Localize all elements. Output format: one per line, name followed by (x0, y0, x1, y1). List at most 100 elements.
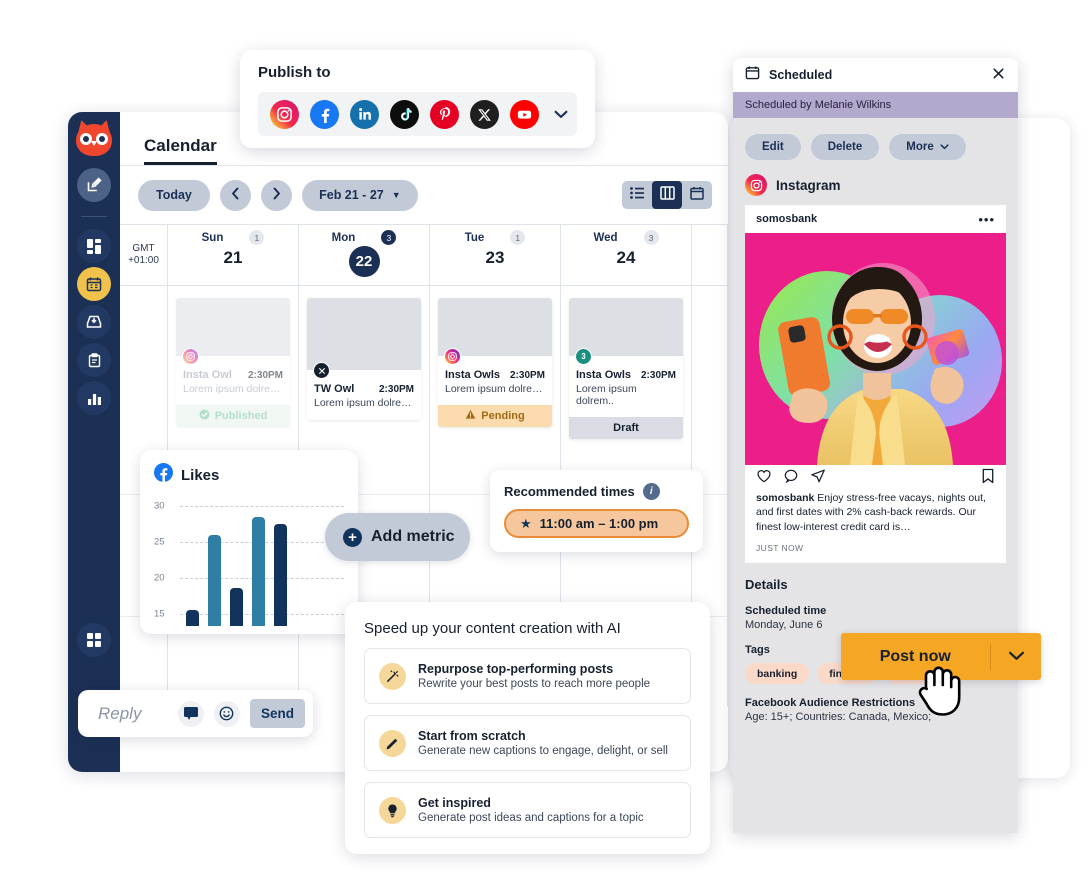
sidebar-item-apps[interactable] (77, 623, 111, 657)
message-icon[interactable] (177, 700, 204, 727)
network-row: Instagram (733, 160, 1018, 196)
facebook-icon (154, 463, 173, 487)
status-label: Draft (613, 422, 639, 434)
event-description: Lorem ipsum dolre… (314, 397, 412, 409)
day-number: 24 (616, 248, 636, 267)
hootsuite-owl-logo[interactable] (74, 118, 114, 156)
scheduled-time-value: Monday, June 6 (745, 619, 823, 632)
send-button[interactable]: Send (249, 699, 305, 728)
ai-option-subtitle: Generate new captions to engage, delight… (418, 745, 668, 757)
instagram-username: somosbank (756, 213, 818, 225)
lightbulb-icon (379, 796, 406, 824)
reply-input[interactable]: Reply (98, 704, 168, 724)
close-x-icon[interactable] (991, 66, 1006, 85)
bar (230, 588, 243, 626)
date-range-selector[interactable]: Feb 21 - 27 ▼ (301, 179, 418, 211)
grid-dashboard-icon (86, 238, 102, 254)
instagram-post-preview: somosbank ••• somosbank Enjoy stress-fre… (745, 205, 1006, 564)
ai-option-subtitle: Generate post ideas and captions for a t… (418, 812, 644, 824)
ellipsis-icon[interactable]: ••• (978, 212, 995, 227)
chevron-down-icon[interactable] (554, 107, 568, 122)
sidebar-item-analytics[interactable] (77, 381, 111, 415)
chevron-right-icon (272, 187, 281, 203)
day-header-mon[interactable]: Mon 3 22 (299, 225, 430, 285)
sidebar-item-planner[interactable] (77, 267, 111, 301)
x-twitter-icon[interactable] (470, 99, 499, 129)
sidebar-item-inbox[interactable] (77, 305, 111, 339)
day-header-thu[interactable] (692, 225, 728, 285)
event-thumbnail (176, 298, 290, 365)
post-timestamp: JUST NOW (756, 543, 804, 554)
day-name: Sun (201, 231, 224, 244)
bookmark-icon[interactable] (981, 468, 995, 489)
view-week-button[interactable] (652, 181, 682, 209)
day-number: 23 (485, 248, 505, 267)
tab-calendar[interactable]: Calendar (144, 136, 217, 165)
date-range-label: Feb 21 - 27 (319, 188, 384, 202)
likes-card-header: Likes (154, 463, 344, 487)
ai-panel-title: Speed up your content creation with AI (364, 620, 621, 637)
event-account-name: TW Owl (314, 383, 355, 395)
sidebar (68, 112, 120, 772)
sidebar-item-streams[interactable] (77, 229, 111, 263)
tag-chip[interactable]: banking (745, 663, 810, 685)
prev-week-button[interactable] (219, 179, 251, 211)
ai-option-inspired[interactable]: Get inspired Generate post ideas and cap… (364, 782, 691, 838)
recommended-time-label: 11:00 am – 1:00 pm (539, 516, 659, 531)
day-header-sun[interactable]: Sun 1 21 (168, 225, 299, 285)
chevron-down-icon[interactable] (991, 648, 1041, 665)
emoji-smiley-icon[interactable] (213, 700, 240, 727)
day-name: Mon (331, 231, 356, 244)
facebook-icon[interactable] (310, 99, 339, 129)
pinterest-icon[interactable] (430, 99, 459, 129)
audience-restrictions-value: Age: 15+; Countries: Canada, Mexico; (745, 711, 932, 724)
calendar-event-card[interactable]: 3 Insta Owls 2:30PM Lorem ipsum dolrem..… (569, 298, 683, 439)
day-name: Tue (464, 231, 485, 244)
more-button[interactable]: More (889, 134, 966, 160)
day-header-tue[interactable]: Tue 1 23 (430, 225, 561, 285)
chart-bars (186, 508, 338, 626)
today-button[interactable]: Today (138, 179, 210, 211)
heart-icon[interactable] (756, 468, 772, 489)
event-time: 2:30PM (378, 384, 414, 395)
edit-button[interactable]: Edit (745, 134, 801, 160)
calendar-event-card[interactable]: TW Owl 2:30PM Lorem ipsum dolre… (307, 298, 421, 420)
scheduled-time-label: Scheduled time (745, 605, 827, 618)
event-thumbnail (307, 298, 421, 379)
day-header-wed[interactable]: Wed 3 24 (561, 225, 692, 285)
event-description: Lorem ipsum dolre… (183, 383, 281, 395)
sidebar-item-compose[interactable] (77, 168, 111, 202)
calendar-icon (745, 65, 760, 85)
sidebar-divider (81, 216, 107, 217)
view-list-button[interactable] (622, 181, 652, 209)
ai-option-scratch[interactable]: Start from scratch Generate new captions… (364, 715, 691, 771)
calendar-event-card[interactable]: Insta Owl 2:30PM Lorem ipsum dolre… Publ… (176, 298, 290, 427)
youtube-icon[interactable] (510, 99, 539, 129)
ai-option-subtitle: Rewrite your best posts to reach more pe… (418, 678, 651, 690)
comment-icon[interactable] (783, 468, 799, 489)
recommended-times-card: Recommended times i ★ 11:00 am – 1:00 pm (490, 470, 703, 552)
calendar-event-card[interactable]: Insta Owls 2:30PM Lorem ipsum dolre… Pen… (438, 298, 552, 427)
info-icon[interactable]: i (642, 483, 660, 500)
bar (208, 535, 221, 626)
linkedin-icon[interactable] (350, 99, 379, 129)
star-icon: ★ (520, 515, 532, 531)
timezone-offset: +01:00 (128, 255, 159, 266)
pencil-icon (379, 729, 406, 757)
scheduled-panel-header: Scheduled (733, 58, 1018, 92)
delete-button[interactable]: Delete (810, 134, 880, 160)
add-metric-button[interactable]: + Add metric (325, 513, 470, 561)
next-week-button[interactable] (260, 179, 292, 211)
sidebar-item-content[interactable] (77, 343, 111, 377)
y-axis-tick: 15 (154, 608, 165, 620)
tiktok-icon[interactable] (390, 99, 419, 129)
post-now-button[interactable]: Post now (841, 633, 1041, 680)
list-icon (630, 186, 644, 204)
ai-option-repurpose[interactable]: Repurpose top-performing posts Rewrite y… (364, 648, 691, 704)
chevron-down-icon: ▼ (391, 190, 401, 200)
view-month-button[interactable] (682, 181, 712, 209)
recommended-time-slot[interactable]: ★ 11:00 am – 1:00 pm (504, 509, 689, 538)
instagram-icon[interactable] (270, 99, 299, 129)
share-icon[interactable] (810, 468, 826, 489)
status-label: Pending (481, 410, 525, 422)
